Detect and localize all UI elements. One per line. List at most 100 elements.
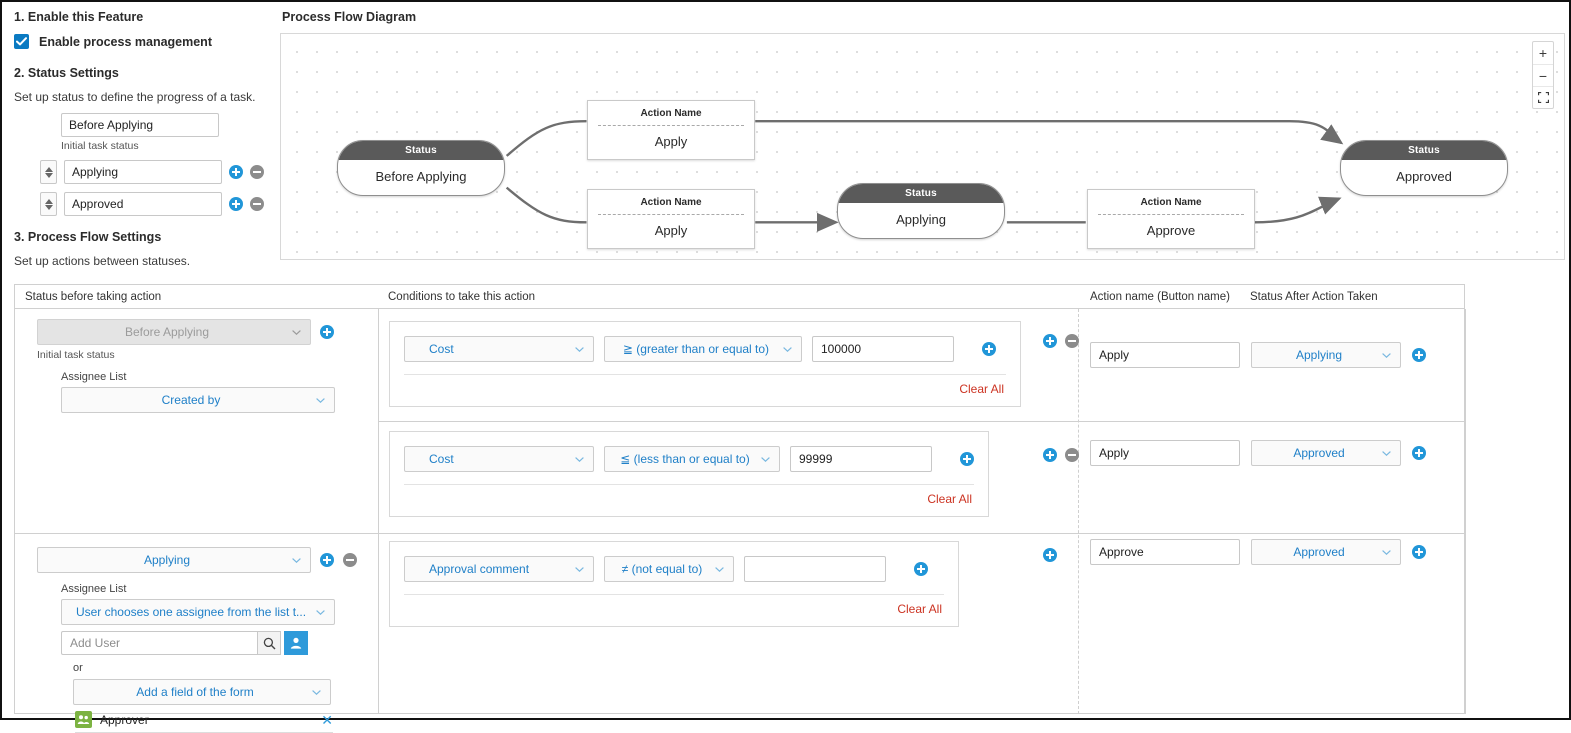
diagram-canvas[interactable]: Status Before Applying Action Name Apply… <box>280 33 1565 260</box>
chevron-down-icon <box>575 457 584 462</box>
clear-all-link[interactable]: Clear All <box>927 492 972 506</box>
remove-status-button[interactable] <box>250 165 264 179</box>
add-status-group-button[interactable] <box>320 325 334 339</box>
column-header-conditions: Conditions to take this action <box>388 290 536 303</box>
status-input-approved[interactable] <box>64 192 222 216</box>
remove-action-row-button[interactable] <box>1065 334 1079 348</box>
assignee-select-created-by[interactable]: Created by <box>61 387 335 413</box>
condition-value-input-3[interactable] <box>744 556 886 582</box>
condition-field-value: Cost <box>429 452 454 466</box>
condition-operator-select-1[interactable]: ≧ (greater than or equal to) <box>604 336 802 362</box>
action-node-header-label: Action Name <box>640 197 702 208</box>
condition-operator-select-3[interactable]: ≠ (not equal to) <box>604 556 734 582</box>
add-status-after-button[interactable] <box>1412 348 1426 362</box>
condition-field-select-1[interactable]: Cost <box>404 336 594 362</box>
status-after-select-1[interactable]: Applying <box>1251 342 1401 368</box>
add-action-row-button[interactable] <box>1043 448 1057 462</box>
process-settings-page: 1. Enable this Feature Enable process ma… <box>2 2 1569 733</box>
chevron-down-icon <box>316 610 325 615</box>
checkbox-checked-icon[interactable] <box>14 34 29 49</box>
add-condition-button[interactable] <box>960 452 974 466</box>
flow-section-title: 3. Process Flow Settings <box>14 230 162 244</box>
remove-action-row-button[interactable] <box>1065 448 1079 462</box>
chevron-down-icon <box>312 690 321 695</box>
diagram-status-node-approved[interactable]: Status Approved <box>1340 140 1508 196</box>
condition-row-buttons-2 <box>1043 448 1079 462</box>
condition-field-value: Approval comment <box>429 562 530 576</box>
diagram-title: Process Flow Diagram <box>282 10 417 24</box>
select-person-icon[interactable] <box>284 631 308 655</box>
status-row-applying <box>40 160 280 184</box>
condition-value-input-2[interactable] <box>790 446 932 472</box>
initial-status-input[interactable] <box>61 113 219 137</box>
enable-process-management-row[interactable]: Enable process management <box>14 34 280 49</box>
status-select-applying[interactable]: Applying <box>37 547 311 573</box>
chevron-down-icon <box>316 398 325 403</box>
zoom-in-icon[interactable]: + <box>1533 42 1553 64</box>
action-name-input-1[interactable] <box>1090 342 1240 368</box>
add-status-after-button[interactable] <box>1412 545 1426 559</box>
clear-all-link[interactable]: Clear All <box>897 602 942 616</box>
condition-field-select-3[interactable]: Approval comment <box>404 556 594 582</box>
add-condition-button[interactable] <box>982 342 996 356</box>
condition-row: Cost ≦ (less than or equal to) <box>390 432 988 472</box>
condition-row: Approval comment ≠ (not equal to) <box>390 542 958 582</box>
diagram-action-node-apply-2[interactable]: Action Name Apply <box>587 189 755 249</box>
add-status-after-button[interactable] <box>1412 446 1426 460</box>
chevron-down-icon <box>1382 451 1391 456</box>
condition-card-3: Approval comment ≠ (not equal to) Clear … <box>389 541 959 627</box>
fit-screen-icon[interactable] <box>1533 86 1553 108</box>
action-name-input-2[interactable] <box>1090 440 1240 466</box>
condition-value-input-1[interactable] <box>812 336 954 362</box>
diagram-action-node-apply-1[interactable]: Action Name Apply <box>587 100 755 160</box>
table-header-row: Status before taking action Conditions t… <box>15 285 1464 309</box>
process-flow-diagram-panel: Process Flow Diagram Status Before Apply… <box>280 2 1569 277</box>
chevron-down-icon <box>783 347 792 352</box>
add-condition-button[interactable] <box>914 562 928 576</box>
action-name-input-3[interactable] <box>1090 539 1240 565</box>
status-section-title: 2. Status Settings <box>14 66 119 80</box>
condition-field-select-2[interactable]: Cost <box>404 446 594 472</box>
diagram-action-node-approve[interactable]: Action Name Approve <box>1087 189 1255 249</box>
row-divider-right <box>1078 421 1465 422</box>
action-node-header-label: Action Name <box>640 108 702 119</box>
condition-operator-select-2[interactable]: ≦ (less than or equal to) <box>604 446 780 472</box>
status-after-select-3[interactable]: Approved <box>1251 539 1401 565</box>
remove-status-group-button[interactable] <box>343 553 357 567</box>
table-right-edge <box>1465 309 1466 714</box>
status-select-before-applying: Before Applying <box>37 319 311 345</box>
status-input-applying[interactable] <box>64 160 222 184</box>
condition-operator-value: ≠ (not equal to) <box>621 562 703 576</box>
group-row-divider-left <box>15 533 378 534</box>
action-node-name: Approve <box>1146 223 1196 238</box>
status-after-select-2[interactable]: Approved <box>1251 440 1401 466</box>
assignee-select-user-chooses[interactable]: User chooses one assignee from the list … <box>61 599 335 625</box>
add-status-button[interactable] <box>229 165 243 179</box>
zoom-out-icon[interactable]: − <box>1533 64 1553 86</box>
reorder-spinner-icon[interactable] <box>40 192 57 216</box>
add-status-button[interactable] <box>229 197 243 211</box>
status-node-header-label: Status <box>1341 141 1507 160</box>
status-row-approved <box>40 192 280 216</box>
add-status-group-button[interactable] <box>320 553 334 567</box>
initial-status-hint: Initial task status <box>61 140 139 152</box>
diagram-status-node-before-applying[interactable]: Status Before Applying <box>337 140 505 196</box>
add-action-row-button[interactable] <box>1043 334 1057 348</box>
add-form-field-select[interactable]: Add a field of the form <box>73 679 331 705</box>
add-action-row-button[interactable] <box>1043 548 1057 562</box>
assignee-select-value: Created by <box>161 393 221 407</box>
add-user-input[interactable] <box>61 631 257 655</box>
action-cell-3: Approved <box>1090 539 1426 565</box>
remove-status-button[interactable] <box>250 197 264 211</box>
condition-card-1: Cost ≧ (greater than or equal to) Clear … <box>389 321 1021 407</box>
condition-operator-value: ≦ (less than or equal to) <box>620 452 750 466</box>
top-area: 1. Enable this Feature Enable process ma… <box>2 2 1569 277</box>
diagram-status-node-applying[interactable]: Status Applying <box>837 183 1005 239</box>
status-after-value: Approved <box>1293 545 1345 559</box>
enable-section-title: 1. Enable this Feature <box>14 10 144 24</box>
clear-all-link[interactable]: Clear All <box>959 382 1004 396</box>
search-icon[interactable] <box>257 631 281 655</box>
reorder-spinner-icon[interactable] <box>40 160 57 184</box>
column-divider-1 <box>378 309 379 714</box>
column-header-action-name: Action name (Button name) <box>1090 290 1230 303</box>
